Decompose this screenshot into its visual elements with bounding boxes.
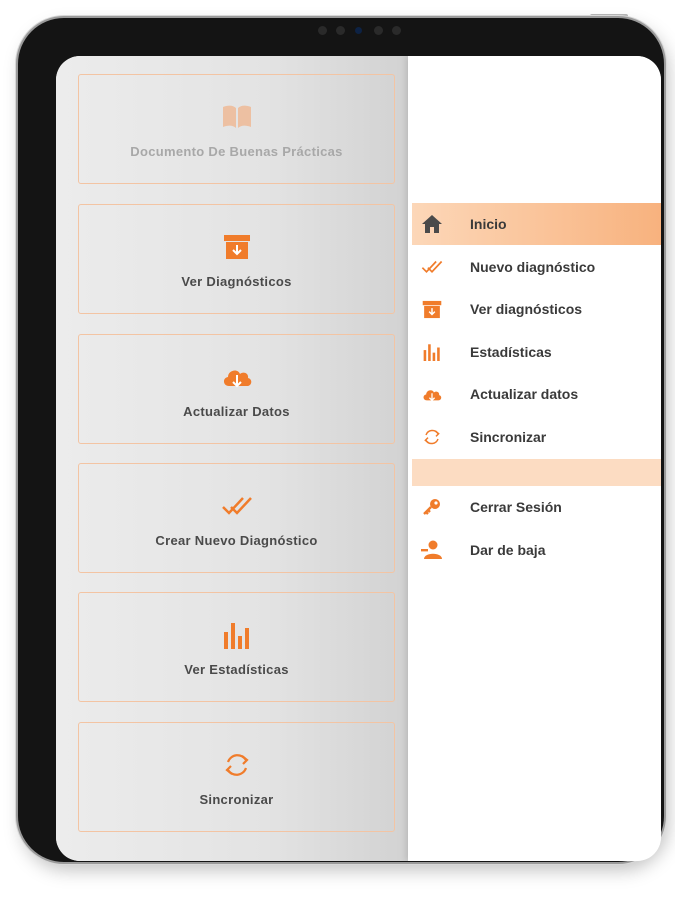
bar-chart-icon: [220, 618, 254, 652]
card-label: Actualizar Datos: [183, 403, 290, 419]
home-icon: [420, 212, 444, 236]
double-check-icon: [420, 255, 444, 279]
camera-lens: [355, 27, 362, 34]
sync-icon: [220, 748, 254, 782]
sensor-dot: [336, 26, 345, 35]
card-label: Sincronizar: [199, 791, 274, 807]
card-ver-diagnosticos[interactable]: Ver Diagnósticos: [78, 204, 395, 314]
card-crear-nuevo-diagnostico[interactable]: Crear Nuevo Diagnóstico: [78, 463, 395, 573]
drawer-item-actualizar-datos[interactable]: Actualizar datos: [412, 373, 661, 415]
card-sincronizar[interactable]: Sincronizar: [78, 722, 395, 832]
main-dashboard[interactable]: Documento De Buenas Prácticas Ver Diagnó…: [56, 56, 408, 861]
tablet-frame: Documento De Buenas Prácticas Ver Diagnó…: [18, 18, 664, 862]
open-book-icon: [220, 100, 254, 134]
drawer-item-nuevo-diagnostico[interactable]: Nuevo diagnóstico: [412, 246, 661, 288]
card-label: Ver Diagnósticos: [181, 273, 292, 289]
drawer-item-label: Nuevo diagnóstico: [470, 259, 596, 275]
drawer-item-label: Actualizar datos: [470, 386, 579, 402]
card-label: Documento De Buenas Prácticas: [130, 143, 343, 159]
sensor-dot: [318, 26, 327, 35]
cloud-download-icon: [220, 360, 254, 394]
card-actualizar-datos[interactable]: Actualizar Datos: [78, 334, 395, 444]
drawer-item-ver-diagnosticos[interactable]: Ver diagnósticos: [412, 288, 661, 330]
sync-icon: [420, 425, 444, 449]
drawer-item-label: Estadísticas: [470, 344, 552, 360]
cloud-download-icon: [420, 382, 444, 406]
drawer-item-label: Dar de baja: [470, 542, 546, 558]
card-buenas-practicas[interactable]: Documento De Buenas Prácticas: [78, 74, 395, 184]
drawer-item-label: Ver diagnósticos: [470, 301, 583, 317]
navigation-drawer: Inicio Nuevo diagnóstico Ver diagnóstico…: [408, 56, 661, 861]
drawer-item-estadisticas[interactable]: Estadísticas: [412, 331, 661, 373]
drawer-section-divider: [412, 459, 661, 486]
drawer-item-sincronizar[interactable]: Sincronizar: [412, 416, 661, 458]
drawer-item-label: Cerrar Sesión: [470, 499, 562, 515]
card-label: Crear Nuevo Diagnóstico: [155, 532, 318, 548]
double-check-icon: [220, 489, 254, 523]
sensor-dot: [392, 26, 401, 35]
card-label: Ver Estadísticas: [184, 661, 289, 677]
user-remove-icon: [420, 538, 444, 562]
sensor-dot: [374, 26, 383, 35]
key-icon: [420, 495, 444, 519]
screen: Documento De Buenas Prácticas Ver Diagnó…: [56, 56, 661, 861]
archive-box-icon: [420, 297, 444, 321]
bar-chart-icon: [420, 340, 444, 364]
drawer-item-label: Sincronizar: [470, 429, 547, 445]
drawer-item-dar-de-baja[interactable]: Dar de baja: [412, 529, 661, 571]
archive-box-icon: [220, 230, 254, 264]
card-ver-estadisticas[interactable]: Ver Estadísticas: [78, 592, 395, 702]
drawer-item-cerrar-sesion[interactable]: Cerrar Sesión: [412, 486, 661, 528]
drawer-item-label: Inicio: [470, 216, 507, 232]
drawer-item-inicio[interactable]: Inicio: [412, 203, 661, 245]
